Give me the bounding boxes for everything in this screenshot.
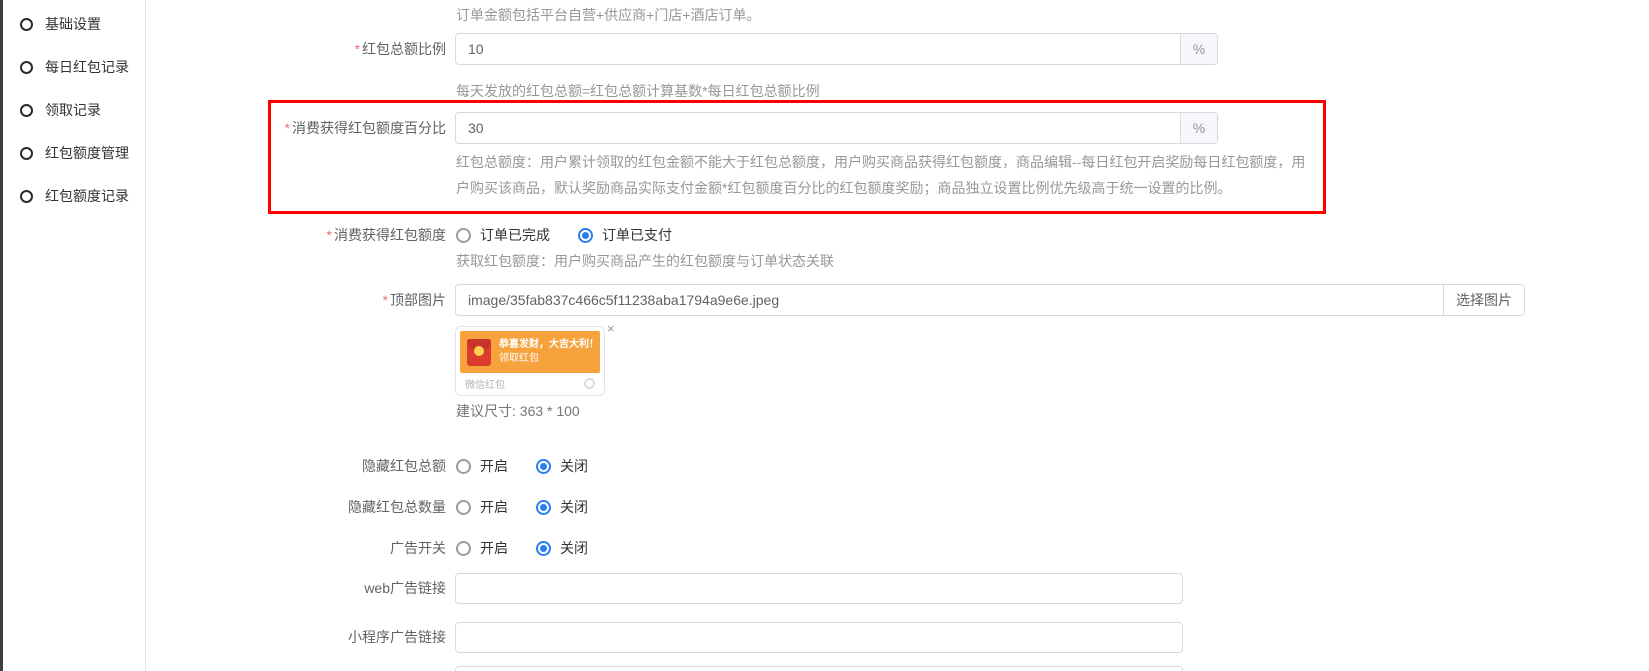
hide-total-radio-group: 开启 关闭 bbox=[456, 450, 616, 482]
mini-ad-link-input[interactable] bbox=[455, 622, 1183, 653]
web-ad-link-input[interactable] bbox=[455, 573, 1183, 604]
sidebar: 基础设置 每日红包记录 领取记录 红包额度管理 红包额度记录 bbox=[3, 0, 146, 671]
radio-icon bbox=[456, 228, 471, 243]
hide-count-label: 隐藏红包总数量 bbox=[150, 491, 446, 523]
consume-quota-helper: 获取红包额度：用户购买商品产生的红包额度与订单状态关联 bbox=[456, 251, 834, 271]
badge-circle-icon bbox=[584, 378, 595, 389]
circle-bullet-icon bbox=[20, 190, 33, 203]
circle-bullet-icon bbox=[20, 18, 33, 31]
consume-quota-label: *消费获得红包额度 bbox=[150, 219, 446, 251]
total-ratio-label: *红包总额比例 bbox=[150, 33, 446, 65]
red-packet-settings-page: 基础设置 每日红包记录 领取记录 红包额度管理 红包额度记录 订单金额包括平台自… bbox=[0, 0, 1649, 671]
total-ratio-field: % bbox=[455, 33, 1218, 65]
required-mark: * bbox=[327, 227, 332, 243]
sidebar-item-quota-management[interactable]: 红包额度管理 bbox=[20, 143, 129, 163]
web-ad-link-label: web广告链接 bbox=[150, 573, 446, 604]
top-image-label: *顶部图片 bbox=[150, 284, 446, 316]
radio-order-completed[interactable]: 订单已完成 bbox=[456, 225, 550, 245]
order-amount-hint: 订单金额包括平台自营+供应商+门店+酒店订单。 bbox=[456, 5, 761, 25]
mini-ad-link-label: 小程序广告链接 bbox=[150, 622, 446, 653]
sidebar-item-quota-records[interactable]: 红包额度记录 bbox=[20, 186, 129, 206]
required-mark: * bbox=[383, 292, 388, 308]
top-image-preview: 恭喜发财，大吉大利！ 领取红包 微信红包 bbox=[455, 326, 605, 396]
consume-percent-field: % bbox=[455, 112, 1218, 144]
consume-percent-input[interactable] bbox=[456, 113, 1180, 143]
percent-suffix: % bbox=[1180, 34, 1217, 64]
sidebar-item-label: 基础设置 bbox=[45, 14, 101, 34]
gold-coin-icon bbox=[474, 346, 484, 356]
radio-on[interactable]: 开启 bbox=[456, 497, 508, 517]
radio-off[interactable]: 关闭 bbox=[536, 538, 588, 558]
consume-percent-helper: 红包总额度：用户累计领取的红包金额不能大于红包总额度，用户购买商品获得红包额度，… bbox=[456, 149, 1305, 201]
consume-quota-radio-group: 订单已完成 订单已支付 bbox=[456, 219, 700, 251]
radio-order-paid[interactable]: 订单已支付 bbox=[578, 225, 672, 245]
helper-line-1: 红包总额度：用户累计领取的红包金额不能大于红包总额度，用户购买商品获得红包额度，… bbox=[456, 149, 1305, 175]
radio-on[interactable]: 开启 bbox=[456, 456, 508, 476]
consume-percent-label: *消费获得红包额度百分比 bbox=[150, 112, 446, 144]
ad-switch-label: 广告开关 bbox=[150, 532, 446, 564]
radio-on[interactable]: 开启 bbox=[456, 538, 508, 558]
remove-image-icon[interactable]: × bbox=[607, 322, 615, 335]
helper-line-2: 户购买该商品，默认奖励商品实际支付金额*红包额度百分比的红包额度奖励；商品独立设… bbox=[456, 175, 1305, 201]
radio-icon bbox=[536, 500, 551, 515]
hide-count-radio-group: 开启 关闭 bbox=[456, 491, 616, 523]
top-image-path-input[interactable] bbox=[456, 285, 1443, 315]
radio-icon bbox=[456, 500, 471, 515]
banner-text: 恭喜发财，大吉大利！ 领取红包 bbox=[499, 338, 593, 366]
radio-icon bbox=[578, 228, 593, 243]
top-image-field: 选择图片 bbox=[455, 284, 1525, 316]
red-envelope-icon bbox=[467, 339, 491, 366]
radio-off[interactable]: 关闭 bbox=[536, 456, 588, 476]
cutoff-bottom-input[interactable] bbox=[455, 666, 1183, 671]
sidebar-item-label: 领取记录 bbox=[45, 100, 101, 120]
size-hint: 建议尺寸: 363 * 100 bbox=[456, 401, 580, 421]
sidebar-item-label: 每日红包记录 bbox=[45, 57, 129, 77]
sidebar-item-label: 红包额度管理 bbox=[45, 143, 129, 163]
circle-bullet-icon bbox=[20, 61, 33, 74]
radio-icon bbox=[456, 541, 471, 556]
radio-off[interactable]: 关闭 bbox=[536, 497, 588, 517]
percent-suffix: % bbox=[1180, 113, 1217, 143]
sidebar-item-daily-records[interactable]: 每日红包记录 bbox=[20, 57, 129, 77]
red-packet-banner: 恭喜发财，大吉大利！ 领取红包 bbox=[460, 331, 600, 373]
ad-switch-radio-group: 开启 关闭 bbox=[456, 532, 616, 564]
sidebar-item-label: 红包额度记录 bbox=[45, 186, 129, 206]
preview-footer: 微信红包 bbox=[460, 373, 600, 393]
total-ratio-helper: 每天发放的红包总额=红包总额计算基数*每日红包总额比例 bbox=[456, 81, 820, 101]
choose-image-button[interactable]: 选择图片 bbox=[1443, 285, 1524, 315]
sidebar-item-basic-settings[interactable]: 基础设置 bbox=[20, 14, 101, 34]
required-mark: * bbox=[285, 120, 290, 136]
hide-total-label: 隐藏红包总额 bbox=[150, 450, 446, 482]
circle-bullet-icon bbox=[20, 147, 33, 160]
radio-icon bbox=[456, 459, 471, 474]
sidebar-item-claim-records[interactable]: 领取记录 bbox=[20, 100, 101, 120]
radio-icon bbox=[536, 459, 551, 474]
circle-bullet-icon bbox=[20, 104, 33, 117]
radio-icon bbox=[536, 541, 551, 556]
required-mark: * bbox=[355, 41, 360, 57]
total-ratio-input[interactable] bbox=[456, 34, 1180, 64]
